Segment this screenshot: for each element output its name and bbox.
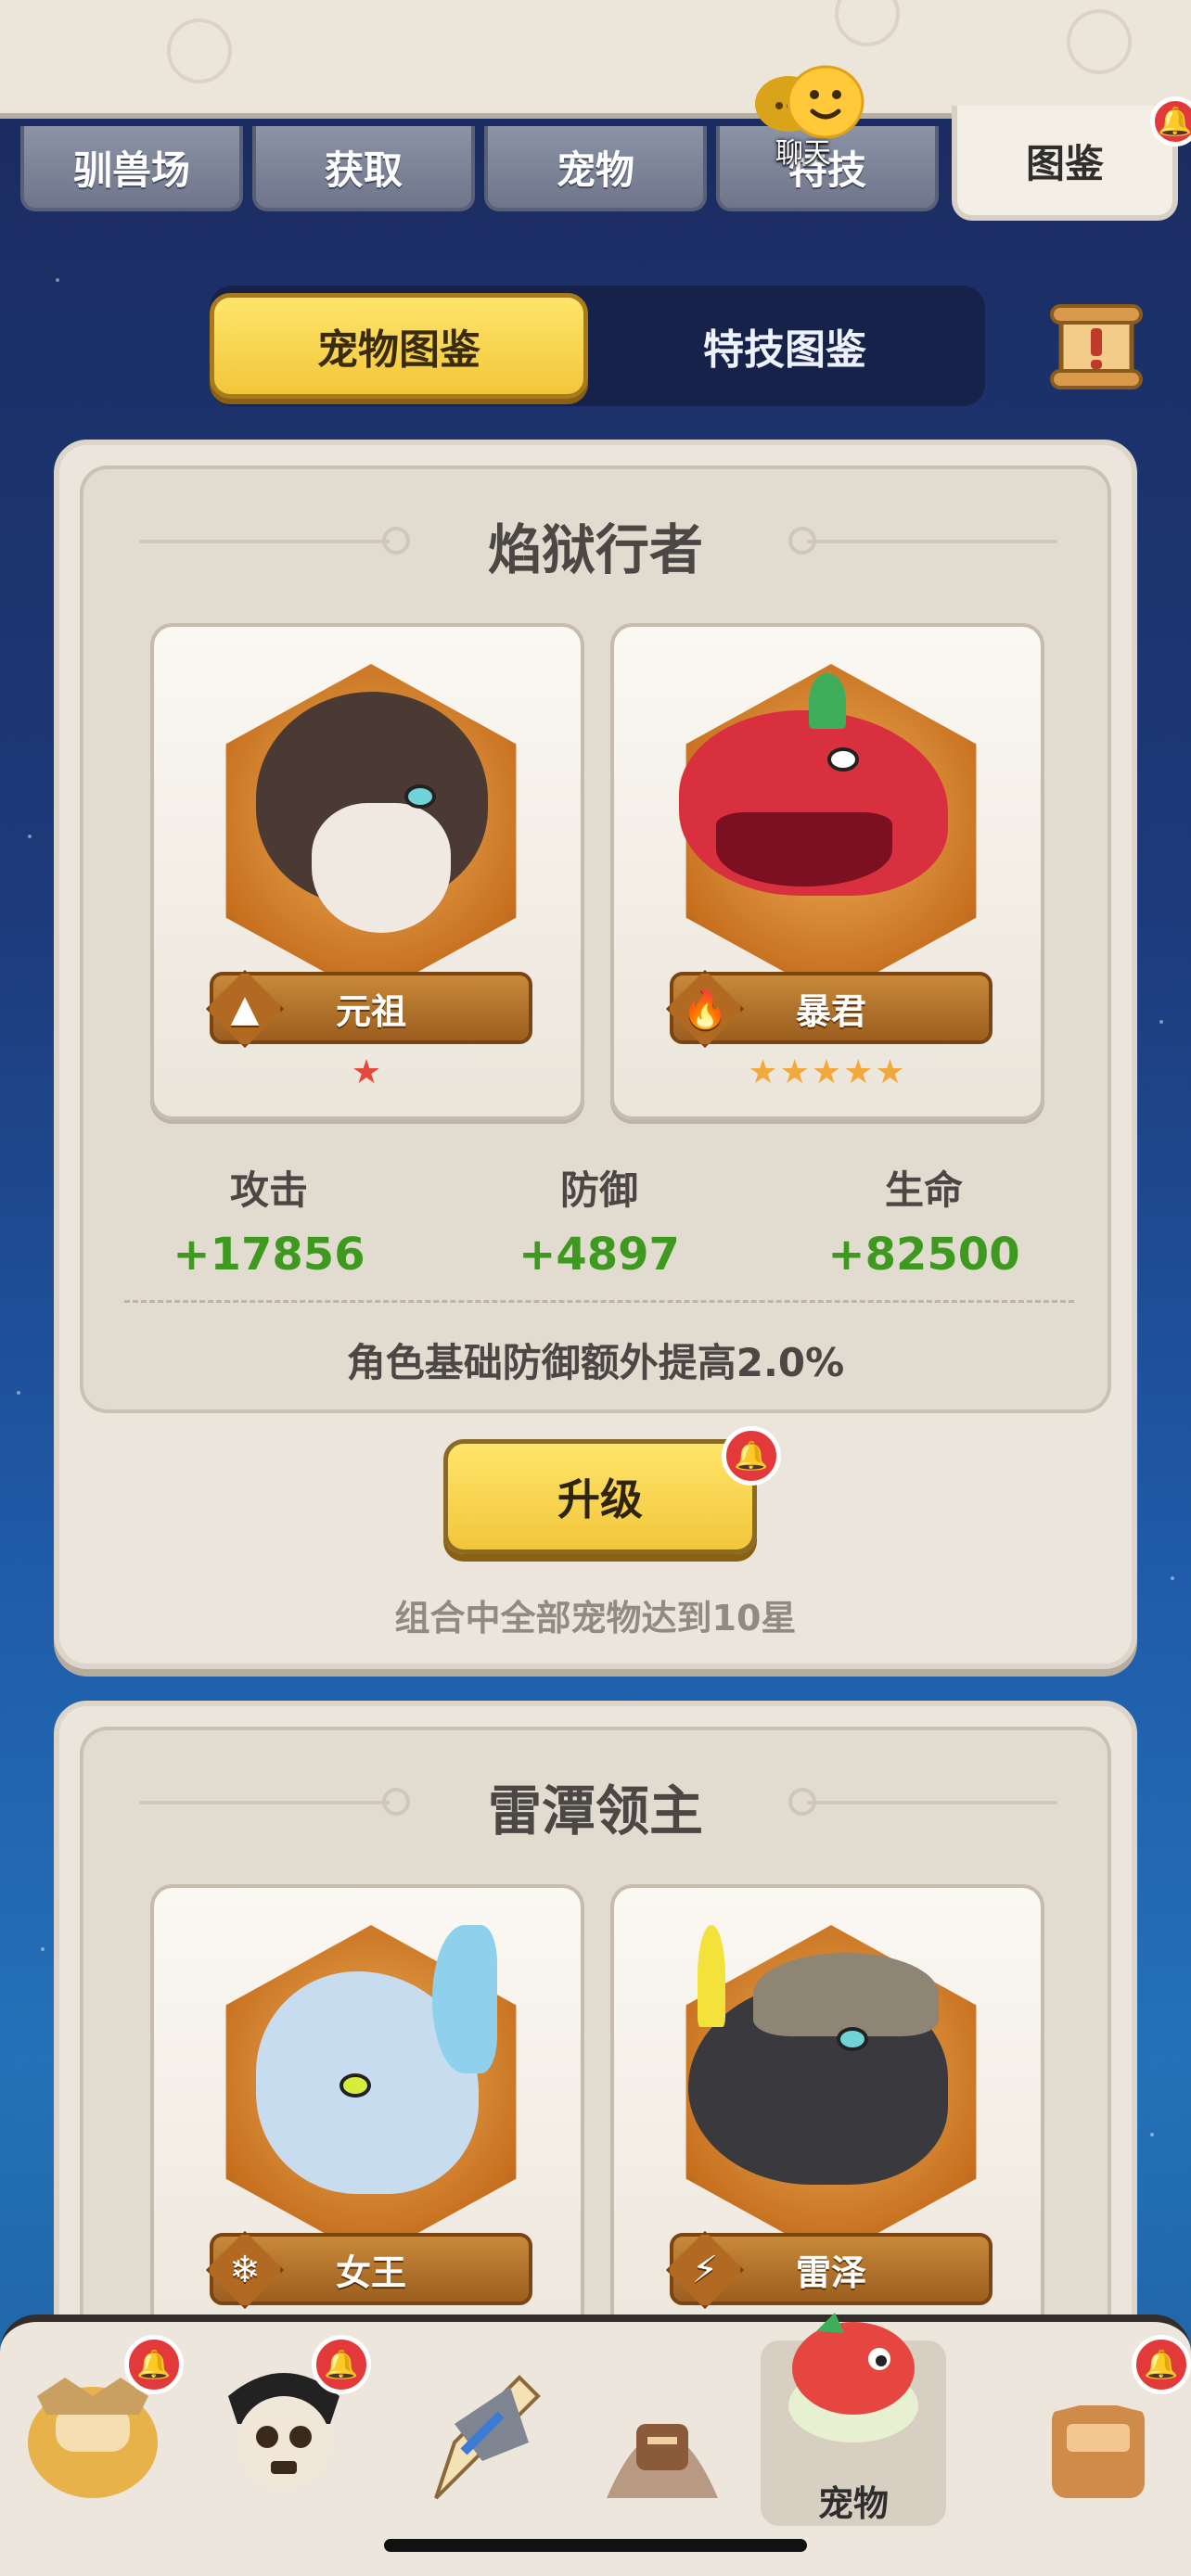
- pet-card-yuanzu[interactable]: ▲ 元祖 ★: [150, 623, 584, 1120]
- set-panel-1: 焰狱行者 ▲ 元祖 ★ 🔥 暴君 ★★★★★ 攻击 +17856 防御 +489…: [54, 440, 1137, 1669]
- pet-name-banner: ⚡ 雷泽: [666, 2231, 992, 2309]
- info-scroll-button[interactable]: [1048, 299, 1145, 395]
- nav-monk[interactable]: [570, 2340, 755, 2526]
- stat-value: +4897: [519, 1229, 680, 1281]
- pet-card-baojun[interactable]: 🔥 暴君 ★★★★★: [610, 623, 1044, 1120]
- skill-codex-toggle[interactable]: 特技图鉴: [596, 293, 974, 399]
- earth-icon: ▲: [206, 970, 284, 1048]
- stat-attack: 攻击 +17856: [130, 1159, 408, 1281]
- bottom-nav: 🔔 🔔 宠物 🔔: [0, 2313, 1191, 2576]
- pet-name: 元祖: [335, 990, 406, 1032]
- set-inner-1: 焰狱行者 ▲ 元祖 ★ 🔥 暴君 ★★★★★ 攻击 +17856 防御 +489…: [80, 465, 1111, 1413]
- pet-nav-icon: [788, 2313, 918, 2442]
- pet-name: 女王: [335, 2251, 406, 2293]
- set-title: 雷潭领主: [487, 1779, 703, 1843]
- set-panel-2: 雷潭领主 ❄ 女王 ⚡ 雷泽: [54, 1701, 1137, 2381]
- upgrade-button[interactable]: 升级: [443, 1439, 757, 1554]
- stat-value: +17856: [173, 1229, 365, 1281]
- upgrade-hint: 组合中全部宠物达到10星: [394, 1598, 797, 1639]
- pet-card-nvwang[interactable]: ❄ 女王: [150, 1884, 584, 2381]
- pet-codex-toggle[interactable]: 宠物图鉴: [210, 293, 588, 399]
- nav-pet[interactable]: 宠物: [761, 2313, 946, 2526]
- upgrade-notification-icon: 🔔: [722, 1426, 781, 1486]
- pet-name-banner: ▲ 元祖: [206, 970, 532, 1048]
- pet-stars: ★★★★★: [748, 1053, 907, 1091]
- monk-icon: [607, 2424, 718, 2498]
- tab-pets[interactable]: 宠物: [484, 126, 707, 211]
- tab-codex[interactable]: 图鉴: [952, 106, 1178, 221]
- sword-icon: [434, 2375, 541, 2500]
- pet-name: 暴君: [795, 990, 866, 1032]
- codex-switcher: 宠物图鉴 特技图鉴: [210, 286, 985, 406]
- tab-arena[interactable]: 驯兽场: [20, 126, 243, 211]
- lightning-icon: ⚡: [666, 2231, 744, 2309]
- nav-skull-badge-icon: 🔔: [312, 2335, 371, 2394]
- set-inner-2: 雷潭领主 ❄ 女王 ⚡ 雷泽: [80, 1727, 1111, 2381]
- top-tabs: 驯兽场 获取 宠物 特技 图鉴: [0, 106, 1191, 221]
- set-bonus-text: 角色基础防御额外提高2.0%: [346, 1340, 845, 1385]
- tab-obtain[interactable]: 获取: [252, 126, 475, 211]
- chat-label: 聊天: [775, 137, 831, 170]
- divider: [124, 1300, 1074, 1303]
- pet-name: 雷泽: [795, 2251, 866, 2293]
- fire-icon: 🔥: [666, 970, 744, 1048]
- top-stone-header: [0, 0, 1191, 119]
- pet-name-banner: 🔥 暴君: [666, 970, 992, 1048]
- stat-value: +82500: [827, 1229, 1020, 1281]
- pet-stars: ★: [351, 1053, 384, 1091]
- set-title: 焰狱行者: [487, 518, 703, 581]
- stat-label: 防御: [559, 1167, 638, 1213]
- home-indicator: [384, 2539, 807, 2552]
- nav-hero-badge-icon: 🔔: [124, 2335, 184, 2394]
- pet-name-banner: ❄ 女王: [206, 2231, 532, 2309]
- snowflake-icon: ❄: [206, 2231, 284, 2309]
- stat-label: 攻击: [229, 1167, 308, 1213]
- nav-pet-label: 宠物: [817, 2483, 889, 2524]
- stat-defense: 防御 +4897: [460, 1159, 738, 1281]
- nav-equip[interactable]: [380, 2340, 566, 2526]
- stat-hp: 生命 +82500: [785, 1159, 1063, 1281]
- stat-label: 生命: [884, 1167, 963, 1213]
- scroll-icon: [1050, 304, 1143, 389]
- nav-totem-badge-icon: 🔔: [1132, 2335, 1191, 2394]
